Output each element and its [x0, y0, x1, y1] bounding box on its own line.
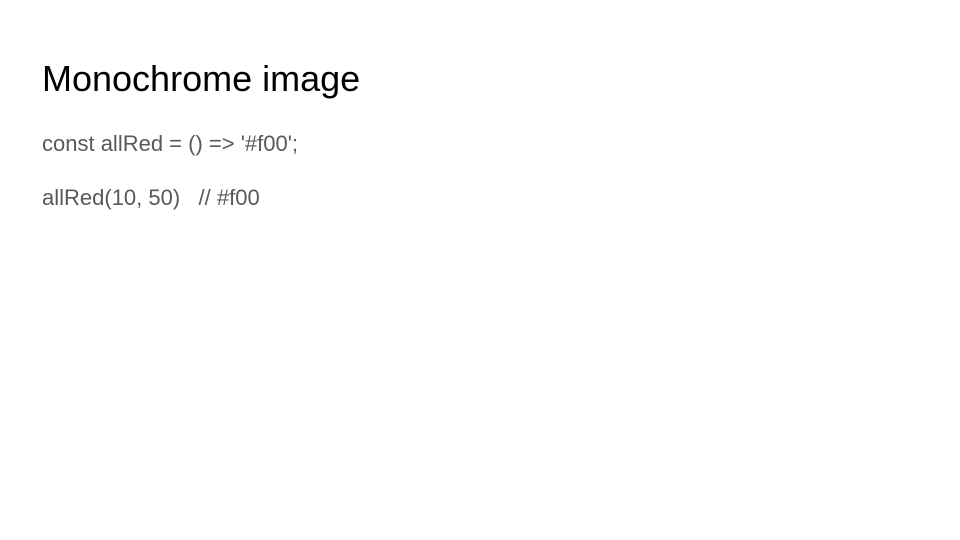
slide-title: Monochrome image [42, 58, 361, 99]
code-line-call: allRed(10, 50) // #f00 [42, 185, 260, 210]
code-line-definition: const allRed = () => '#f00'; [42, 131, 299, 156]
slide: Monochrome image const allRed = () => '#… [0, 0, 960, 540]
